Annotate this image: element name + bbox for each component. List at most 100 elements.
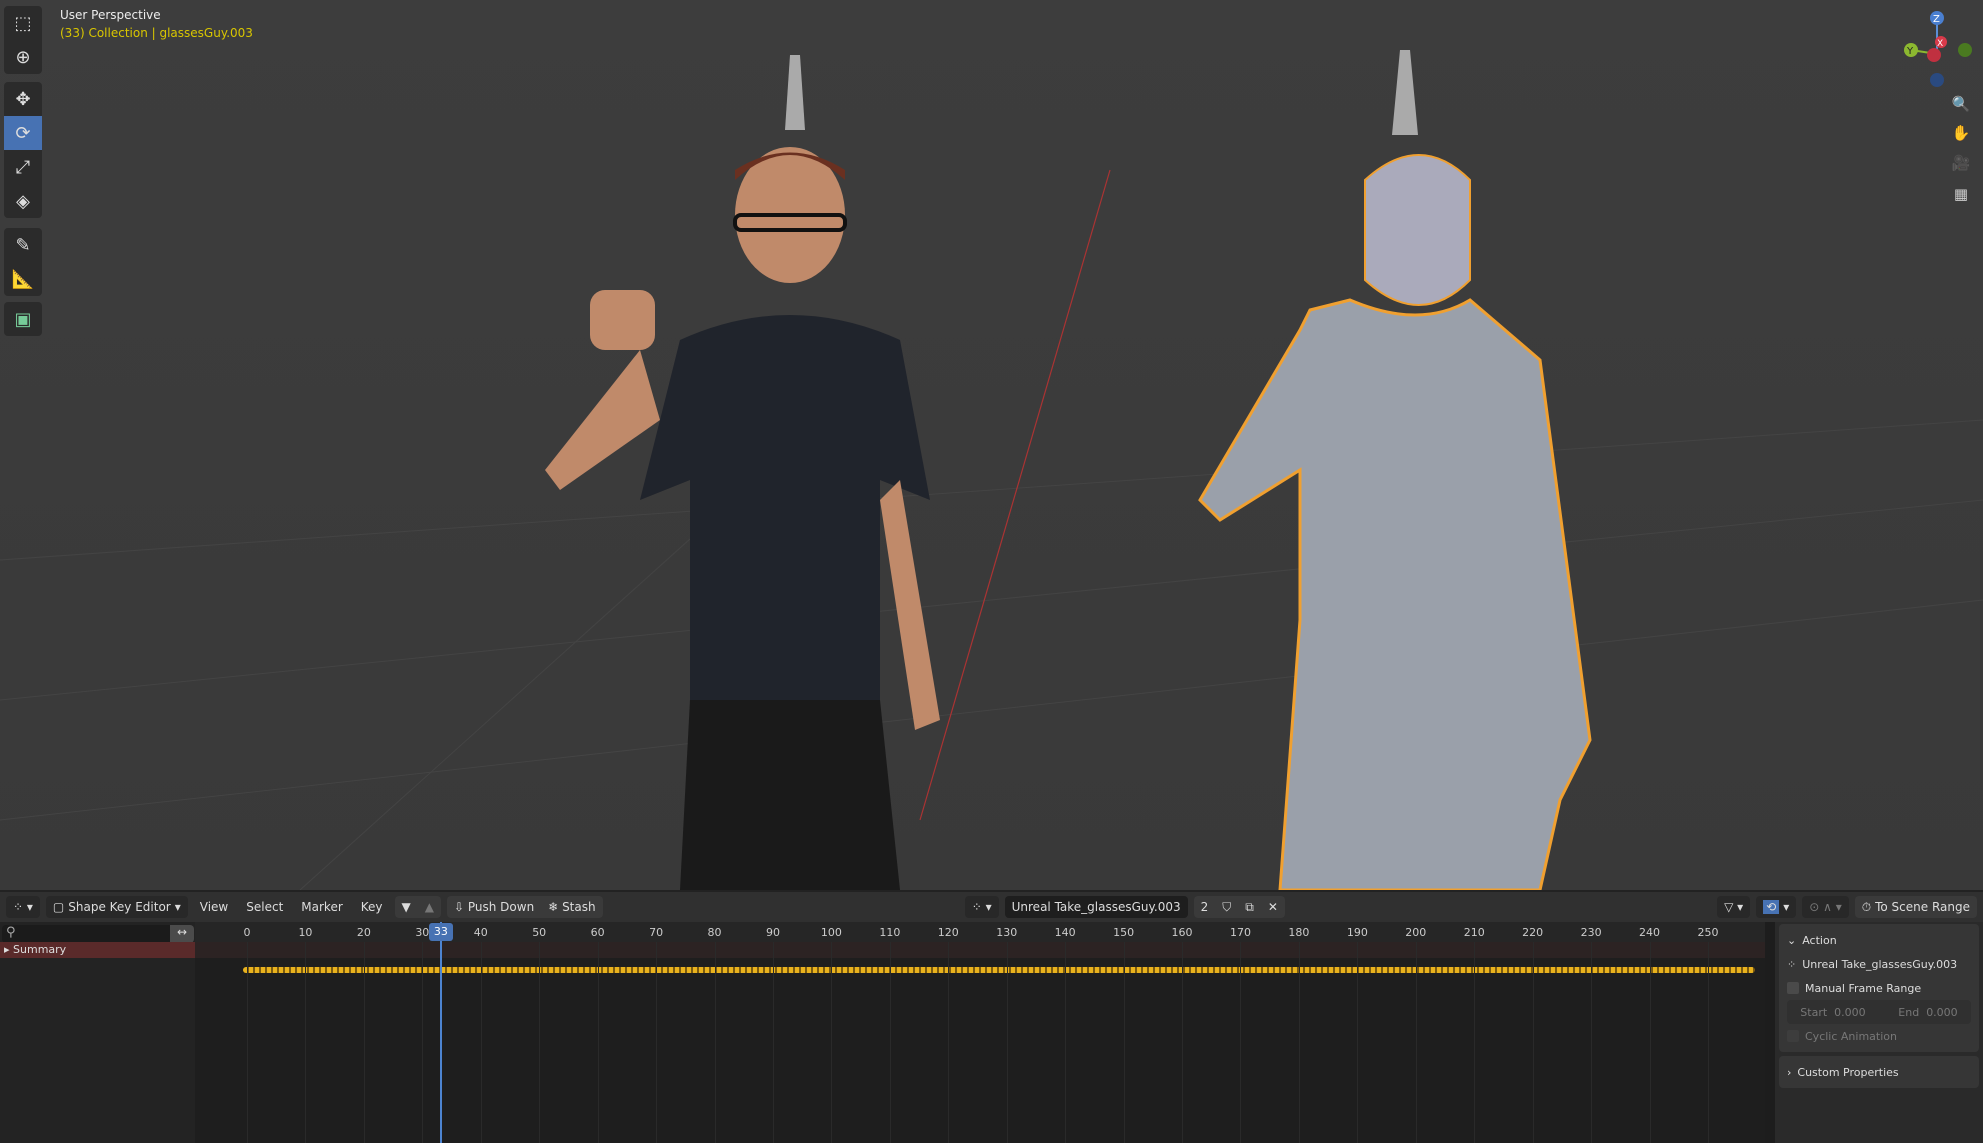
custom-properties-title: Custom Properties (1797, 1065, 1899, 1079)
scale-icon[interactable]: ⤢ (4, 150, 42, 184)
frame-tick: 140 (1054, 926, 1076, 939)
frame-tick: 180 (1288, 926, 1310, 939)
frame-gridline (1123, 942, 1125, 1143)
toolbar-group-add: ▣ (4, 302, 42, 336)
add-cube-icon[interactable]: ▣ (4, 302, 42, 336)
dopesheet-graph[interactable]: 0 10 20 30 40 50 60 70 80 90 100 110 120 130 140 150 160… (195, 922, 1765, 1143)
to-scene-range-button[interactable]: ⏱ To Scene Range (1854, 896, 1977, 918)
action-name-field[interactable]: Unreal Take_glassesGuy.003 (1004, 896, 1188, 918)
toolbar-group-annotate: ✎ 📐 (4, 228, 42, 296)
action-browse-button[interactable]: ⁘ ▾ (964, 896, 999, 918)
frame-tick: 170 (1229, 926, 1251, 939)
frame-gridline (831, 942, 833, 1143)
menu-marker[interactable]: Marker (295, 900, 348, 914)
end-field[interactable]: End 0.000 (1898, 1006, 1957, 1019)
editor-type-button[interactable]: ⁘ ▾ (6, 896, 40, 918)
auto-snap-dropdown[interactable]: ⟲ ▾ (1756, 896, 1797, 918)
action-panel-header[interactable]: ⌄ Action (1787, 928, 1971, 952)
channel-search-input[interactable]: ⚲ (2, 925, 170, 943)
move-icon[interactable]: ✥ (4, 82, 42, 116)
fake-user-shield-icon[interactable]: ⛉ (1215, 900, 1238, 915)
frame-gridline (1006, 942, 1008, 1143)
zoom-icon[interactable]: 🔍 (1947, 90, 1975, 118)
frame-tick: 0 (243, 926, 251, 939)
menu-key[interactable]: Key (355, 900, 389, 914)
frame-tick: 90 (765, 926, 780, 939)
toolbar-group-select: ⬚ ⊕ (4, 6, 42, 74)
user-count[interactable]: 2 (1194, 900, 1216, 914)
frame-tick: 130 (996, 926, 1018, 939)
frame-gridline (422, 942, 424, 1143)
frame-tick: 40 (473, 926, 488, 939)
proportional-edit-dropdown[interactable]: ⊙ ∧ ▾ (1802, 896, 1849, 918)
summary-label: Summary (13, 943, 67, 956)
3d-viewport[interactable]: ⬚ ⊕ ✥ ⟳ ⤢ ◈ ✎ 📐 ▣ User Perspective (33) … (0, 0, 1983, 890)
frame-gridline (656, 942, 658, 1143)
menu-view[interactable]: View (194, 900, 234, 914)
cyclic-animation-checkbox[interactable]: Cyclic Animation (1787, 1024, 1971, 1048)
frame-tick: 110 (879, 926, 901, 939)
annotate-icon[interactable]: ✎ (4, 228, 42, 262)
duplicate-action-icon[interactable]: ⧉ (1238, 900, 1261, 915)
layer-up-icon[interactable]: ▲ (418, 900, 441, 914)
frame-gridline (1065, 942, 1067, 1143)
layer-down-icon[interactable]: ▼ (395, 900, 418, 914)
stash-button[interactable]: ❄ Stash (541, 900, 602, 914)
manual-frame-range-label: Manual Frame Range (1805, 981, 1922, 995)
frame-gridline (1532, 942, 1534, 1143)
z-axis-label: Z (1933, 14, 1940, 25)
dopesheet-header: ⁘ ▾ ▢ Shape Key Editor ▾ View Select Mark… (0, 890, 1983, 922)
push-down-button[interactable]: ⇩ Push Down (447, 900, 541, 914)
frame-tick: 250 (1697, 926, 1719, 939)
keyframes-strip[interactable] (243, 967, 1755, 973)
pan-hand-icon[interactable]: ✋ (1947, 119, 1975, 147)
swap-filter-icon[interactable]: ↔ (170, 925, 194, 943)
channel-region: ⚲ ↔ ▸ Summary (0, 922, 195, 1143)
frame-tick: 60 (590, 926, 605, 939)
x-axis-line (919, 169, 1111, 821)
to-scene-range-label: To Scene Range (1875, 900, 1970, 914)
frame-tick: 100 (820, 926, 842, 939)
transform-icon[interactable]: ◈ (4, 184, 42, 218)
frame-gridline (247, 942, 248, 1143)
frame-gridline (1357, 942, 1359, 1143)
custom-properties-panel[interactable]: › Custom Properties (1779, 1056, 1979, 1088)
shape-key-icon: ▢ (52, 900, 65, 914)
measure-icon[interactable]: 📐 (4, 262, 42, 296)
start-field[interactable]: Start 0.000 (1800, 1006, 1865, 1019)
channel-summary[interactable]: ▸ Summary (0, 942, 195, 958)
mode-dropdown[interactable]: ▢ Shape Key Editor ▾ (45, 896, 188, 918)
scene-canvas (0, 50, 1983, 890)
camera-icon[interactable]: 🎥 (1947, 149, 1975, 177)
frame-gridline (480, 942, 482, 1143)
frame-gridline (1415, 942, 1417, 1143)
frame-tick: 240 (1639, 926, 1661, 939)
frame-gridline (772, 942, 774, 1143)
rotate-icon[interactable]: ⟳ (4, 116, 42, 150)
x-axis-label: X (1937, 39, 1943, 49)
playhead[interactable] (439, 922, 442, 1143)
filter-dropdown[interactable]: ▽ ▾ (1717, 896, 1751, 918)
frame-gridline (714, 942, 716, 1143)
action-icon: ⁘ (1787, 957, 1797, 971)
manual-frame-range-checkbox[interactable]: Manual Frame Range (1787, 976, 1971, 1000)
cursor-icon[interactable]: ⊕ (4, 40, 42, 74)
action-user-buttons: 2 ⛉ ⧉ ✕ (1193, 896, 1285, 918)
navigation-gizmo[interactable]: Z Y X (1901, 8, 1973, 88)
frame-tick: 210 (1463, 926, 1485, 939)
action-panel-title: Action (1802, 933, 1837, 947)
grid-perspective-icon[interactable]: ▦ (1947, 180, 1975, 208)
viewport-subtitle: (33) Collection | glassesGuy.003 (60, 26, 253, 40)
character-textured (545, 55, 940, 890)
frame-tick: 160 (1171, 926, 1193, 939)
menu-select[interactable]: Select (240, 900, 289, 914)
frame-gridline (1182, 942, 1184, 1143)
frame-tick: 20 (356, 926, 371, 939)
frame-gridline (1240, 942, 1242, 1143)
current-frame-indicator[interactable]: 33 (428, 923, 453, 941)
frame-tick: 120 (937, 926, 959, 939)
summary-keyframe-row (195, 942, 1765, 973)
snap-icon: ⟲ (1763, 900, 1780, 914)
unlink-action-icon[interactable]: ✕ (1261, 900, 1285, 914)
select-box-icon[interactable]: ⬚ (4, 6, 42, 40)
